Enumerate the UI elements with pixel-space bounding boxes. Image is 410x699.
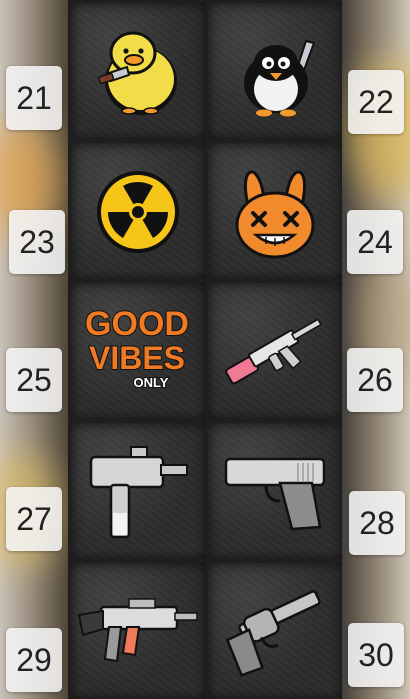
sticker-grid: GOOD VIBES ONLY: [68, 0, 342, 699]
number-label: 30: [348, 623, 404, 687]
number-label: 27: [6, 487, 62, 551]
tile-30[interactable]: [208, 563, 342, 699]
pistol-icon: [224, 457, 326, 531]
number-label: 28: [349, 491, 405, 555]
submachine-gun-icon: [89, 446, 188, 539]
number-label: 23: [9, 210, 65, 274]
good-vibes-text-icon: GOOD VIBES ONLY: [84, 304, 190, 391]
radiation-symbol-icon: [97, 171, 179, 253]
bunny-face-icon: [235, 170, 315, 259]
tile-23[interactable]: [71, 143, 205, 279]
revolver-icon: [225, 590, 321, 677]
number-label: 22: [348, 70, 404, 134]
tile-26[interactable]: [208, 283, 342, 419]
svg-text:ONLY: ONLY: [134, 375, 169, 390]
tile-24[interactable]: [208, 143, 342, 279]
number-label: 25: [6, 348, 62, 412]
svg-text:VIBES: VIBES: [89, 340, 185, 376]
assault-rifle-icon: [77, 598, 198, 663]
number-label: 21: [6, 66, 62, 130]
duck-with-knife-icon: [98, 31, 177, 115]
tile-28[interactable]: [208, 423, 342, 559]
number-label: 26: [347, 348, 403, 412]
tile-22[interactable]: [208, 3, 342, 139]
tile-27[interactable]: [71, 423, 205, 559]
rifle-icon: [225, 318, 322, 385]
penguin-with-knife-icon: [244, 39, 316, 117]
number-label: 29: [6, 628, 62, 692]
number-label: 24: [347, 210, 403, 274]
tile-21[interactable]: [71, 3, 205, 139]
svg-text:GOOD: GOOD: [85, 305, 189, 343]
tile-29[interactable]: [71, 563, 205, 699]
tile-25[interactable]: GOOD VIBES ONLY: [71, 283, 205, 419]
